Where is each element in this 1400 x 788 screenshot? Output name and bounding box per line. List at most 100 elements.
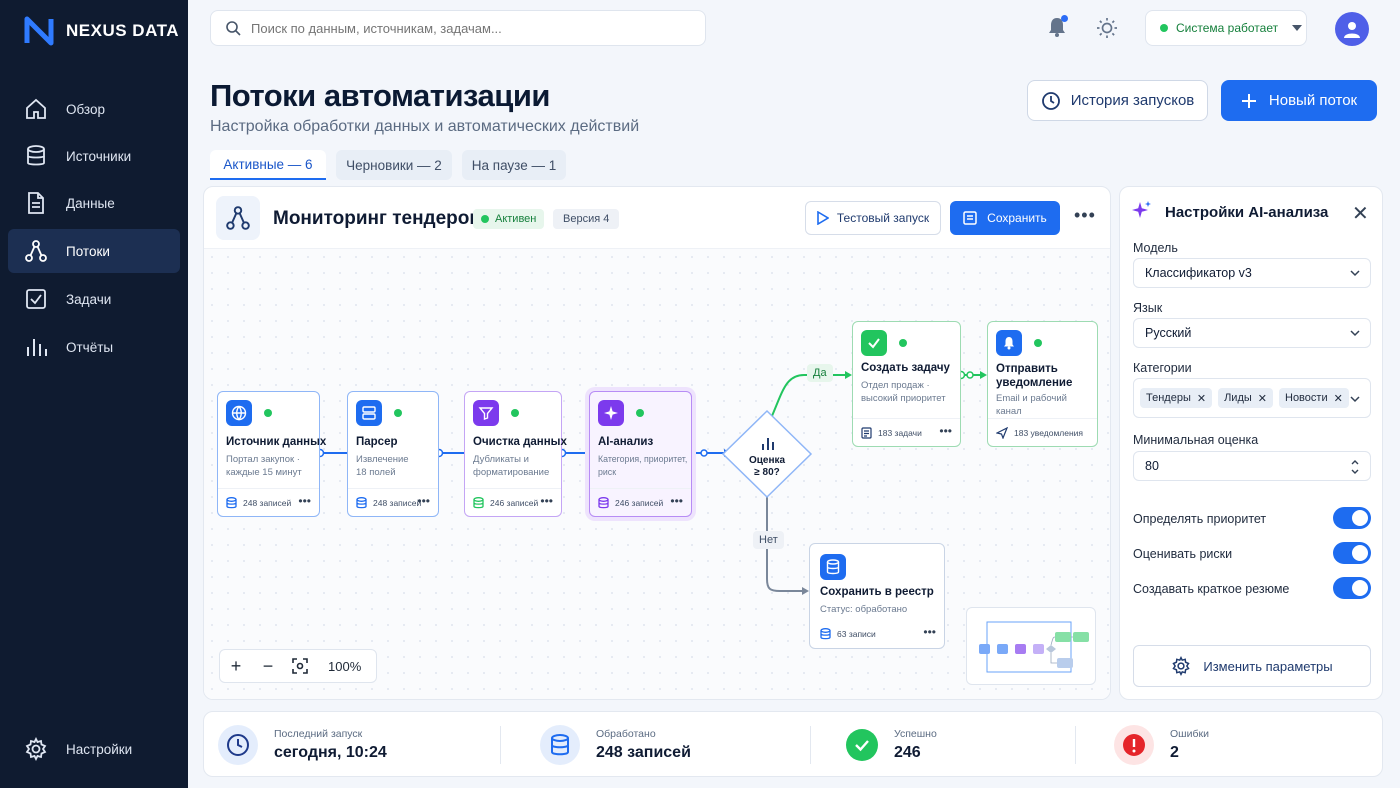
theme-toggle-icon[interactable] [1096, 17, 1118, 39]
flow-editor: Мониторинг тендеров Активен Версия 4 Тес… [203, 186, 1111, 700]
app-name: NEXUS DATA [66, 21, 179, 40]
node-more-icon[interactable]: ••• [298, 494, 311, 508]
toggle-switch[interactable] [1333, 507, 1371, 529]
test-run-button[interactable]: Тестовый запуск [805, 201, 941, 235]
node-title: Очистка данных [473, 436, 567, 448]
more-options-icon[interactable]: ••• [1074, 206, 1096, 224]
categories-multiselect[interactable]: Тендеры ✕ Лиды ✕ Новости ✕ [1133, 378, 1371, 418]
run-history-button[interactable]: История запусков [1027, 80, 1208, 121]
minimap-preview [979, 621, 1089, 673]
search-input[interactable] [251, 20, 671, 36]
zoom-in-button[interactable]: + [220, 649, 252, 683]
toggle-summary[interactable]: Создавать краткое резюме [1133, 577, 1371, 601]
server-icon [356, 400, 382, 426]
zoom-level: 100% [328, 658, 362, 674]
database-icon [820, 628, 831, 640]
tab-paused[interactable]: На паузе — 1 [462, 150, 566, 180]
stat-value: 248 записей [596, 744, 691, 761]
nexus-logo-icon [24, 16, 54, 46]
node-save-registry[interactable]: Сохранить в реестр Статус: обработано 63… [809, 543, 945, 649]
node-description: Извлечение 18 полей [356, 454, 409, 478]
flow-icon [25, 240, 47, 262]
node-data-source[interactable]: Источник данных Портал закупок · каждые … [217, 391, 326, 517]
model-select[interactable]: Классификатор v3 [1133, 258, 1371, 288]
fit-view-button[interactable] [284, 649, 316, 683]
node-more-icon[interactable]: ••• [540, 494, 553, 508]
category-chip: Новости ✕ [1279, 388, 1349, 408]
language-select[interactable]: Русский [1133, 318, 1371, 348]
save-icon [963, 211, 977, 225]
save-label: Сохранить [987, 211, 1047, 225]
new-flow-button[interactable]: Новый поток [1221, 80, 1377, 121]
chevron-down-icon [1350, 330, 1360, 337]
node-divider [348, 488, 438, 489]
node-status-dot [511, 409, 519, 417]
page-title: Потоки автоматизации [210, 78, 550, 113]
zoom-out-button[interactable]: − [252, 649, 284, 683]
sidebar-item-overview[interactable]: Обзор [8, 87, 180, 131]
toggle-switch[interactable] [1333, 577, 1371, 599]
avatar[interactable] [1335, 12, 1369, 46]
flow-type-icon-box [216, 196, 260, 240]
play-icon [817, 211, 829, 225]
node-more-icon[interactable]: ••• [670, 494, 683, 508]
sidebar-item-settings[interactable]: Настройки [8, 727, 180, 771]
categories-label: Категории [1133, 361, 1192, 375]
database-icon [598, 497, 609, 509]
model-label: Модель [1133, 241, 1178, 255]
notification-dot [1061, 15, 1068, 22]
stepper-icon[interactable] [1350, 458, 1360, 476]
sidebar-item-flows[interactable]: Потоки [8, 229, 180, 273]
node-more-icon[interactable]: ••• [923, 625, 936, 639]
flow-canvas[interactable]: Оценка ≥ 80? Да Нет Источник данных Порт… [204, 249, 1110, 699]
edit-parameters-button[interactable]: Изменить параметры [1133, 645, 1371, 687]
node-count: 183 уведомления [1014, 428, 1084, 438]
node-ai-analysis[interactable]: AI-анализ Категория, приоритет, риск 246… [589, 391, 692, 517]
node-footer: 248 записей [356, 497, 421, 509]
node-footer: 183 уведомления [996, 427, 1083, 439]
model-value: Классификатор v3 [1145, 266, 1252, 280]
node-data-cleaning[interactable]: Очистка данных Дубликаты и форматировани… [464, 391, 567, 517]
node-title: Парсер [356, 436, 398, 448]
toggle-switch[interactable] [1333, 542, 1371, 564]
sidebar-item-data[interactable]: Данные [8, 181, 180, 225]
chip-label: Лиды [1224, 392, 1252, 404]
node-more-icon[interactable]: ••• [417, 494, 430, 508]
search-bar[interactable] [210, 10, 706, 46]
system-status-label: Система работает [1176, 21, 1279, 35]
decision-chart-icon [762, 438, 774, 450]
save-button[interactable]: Сохранить [950, 201, 1060, 235]
chip-remove-icon[interactable]: ✕ [1197, 392, 1206, 405]
divider [810, 726, 811, 764]
minimap[interactable] [966, 607, 1096, 685]
chip-remove-icon[interactable]: ✕ [1258, 392, 1267, 405]
database-icon [820, 554, 846, 580]
stat-errors: Ошибки 2 [1114, 712, 1209, 778]
sidebar-item-sources[interactable]: Источники [8, 134, 180, 178]
toggle-priority[interactable]: Определять приоритет [1133, 507, 1371, 531]
check-icon [861, 330, 887, 356]
sidebar-item-tasks[interactable]: Задачи [8, 277, 180, 321]
system-status[interactable]: Система работает [1145, 10, 1307, 46]
sidebar-item-reports[interactable]: Отчёты [8, 325, 180, 369]
check-circle-icon [846, 729, 878, 761]
chip-remove-icon[interactable]: ✕ [1334, 392, 1343, 405]
file-icon [28, 192, 44, 214]
tab-drafts[interactable]: Черновики — 2 [336, 150, 452, 180]
node-divider [988, 418, 1097, 419]
node-create-task[interactable]: Создать задачу Отдел продаж · высокий пр… [852, 321, 961, 447]
bar-chart-icon [27, 339, 47, 356]
database-icon [226, 497, 237, 509]
node-parser[interactable]: Парсер Извлечение 18 полей 248 записей •… [347, 391, 439, 517]
node-description: Дубликаты и форматирование [473, 454, 550, 478]
toggle-risks[interactable]: Оценивать риски [1133, 542, 1371, 566]
close-icon[interactable]: ✕ [1352, 201, 1369, 226]
divider [500, 726, 501, 764]
flow-title: Мониторинг тендеров [273, 208, 482, 229]
node-send-notification[interactable]: Отправить уведомление Email и рабочий ка… [987, 321, 1098, 447]
tab-active[interactable]: Активные — 6 [210, 150, 326, 180]
app-logo[interactable]: NEXUS DATA [24, 16, 179, 46]
min-score-input[interactable]: 80 [1133, 451, 1371, 481]
node-more-icon[interactable]: ••• [939, 424, 952, 438]
stat-last-run: Последний запуск сегодня, 10:24 [218, 712, 387, 778]
